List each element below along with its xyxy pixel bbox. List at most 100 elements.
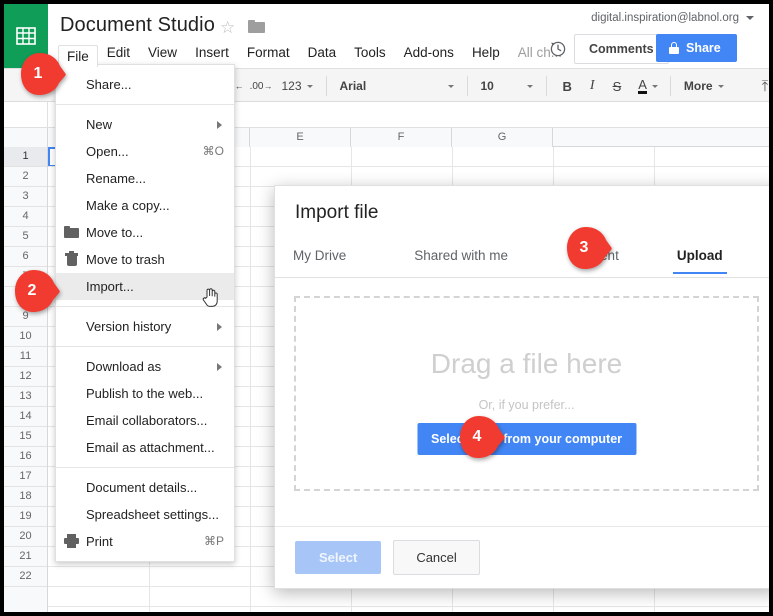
file-menu-item-email-as-attachment[interactable]: Email as attachment...: [56, 434, 234, 461]
menu-item-data[interactable]: Data: [299, 42, 346, 63]
row-header-4[interactable]: 4: [4, 207, 47, 227]
file-menu-item-new[interactable]: New: [56, 111, 234, 138]
file-menu-item-spreadsheet-settings[interactable]: Spreadsheet settings...: [56, 501, 234, 528]
row-headers: 12345678910111213141516171819202122: [4, 147, 48, 612]
row-header-1[interactable]: 1: [4, 147, 47, 167]
cancel-button[interactable]: Cancel: [393, 540, 480, 575]
file-menu-item-move-to-trash[interactable]: Move to trash: [56, 246, 234, 273]
submenu-arrow-icon: [217, 363, 222, 371]
dialog-footer: Select Cancel: [275, 526, 769, 588]
account-email[interactable]: digital.inspiration@labnol.org: [591, 12, 739, 24]
row-header-5[interactable]: 5: [4, 227, 47, 247]
file-dropdown-menu[interactable]: Share... New Open... ⌘O Rename... Make a copy…: [55, 64, 235, 562]
row-header-18[interactable]: 18: [4, 487, 47, 507]
menu-item-tools[interactable]: Tools: [345, 42, 395, 63]
font-size-select[interactable]: 10: [475, 74, 539, 98]
menu-item-insert[interactable]: Insert: [186, 42, 238, 63]
file-menu-item-shortcut: ⌘P: [203, 534, 224, 548]
dropzone-subtitle: Or, if you prefer...: [478, 398, 575, 412]
callout-number-4: 4: [472, 428, 482, 445]
comments-button[interactable]: Comments: [574, 34, 669, 64]
chevron-down-icon: [306, 84, 313, 88]
row-header-19[interactable]: 19: [4, 507, 47, 527]
revision-history-icon[interactable]: [549, 40, 567, 58]
select-file-button[interactable]: Select a file from your computer: [416, 423, 637, 455]
row-header-10[interactable]: 10: [4, 327, 47, 347]
file-menu-item-publish-to-the-web[interactable]: Publish to the web...: [56, 380, 234, 407]
menu-item-help[interactable]: Help: [463, 42, 509, 63]
menu-item-format[interactable]: Format: [238, 42, 299, 63]
column-header-f[interactable]: F: [351, 128, 452, 147]
star-outline-icon[interactable]: ☆: [220, 19, 235, 36]
file-menu-item-label: Rename...: [86, 171, 146, 186]
row-header-13[interactable]: 13: [4, 387, 47, 407]
file-menu-item-label: Email collaborators...: [86, 413, 208, 428]
callout-number-3: 3: [579, 239, 589, 256]
select-all-corner[interactable]: [4, 128, 48, 147]
row-header-15[interactable]: 15: [4, 427, 47, 447]
chevron-double-up-icon[interactable]: ⤒: [756, 74, 769, 98]
chevron-down-icon[interactable]: [746, 16, 754, 20]
tab-my-drive[interactable]: My Drive: [293, 242, 360, 274]
name-box[interactable]: [4, 102, 48, 127]
menu-item-edit[interactable]: Edit: [98, 42, 139, 63]
row-header-17[interactable]: 17: [4, 467, 47, 487]
select-button[interactable]: Select: [295, 541, 382, 574]
file-menu-item-share[interactable]: Share...: [56, 71, 234, 98]
document-title[interactable]: Document Studio: [60, 14, 215, 37]
strikethrough-button[interactable]: S: [604, 74, 631, 98]
row-header-11[interactable]: 11: [4, 347, 47, 367]
row-header-6[interactable]: 6: [4, 247, 47, 267]
increase-decimal-button[interactable]: .00 →: [247, 74, 276, 98]
text-color-button[interactable]: A: [630, 74, 663, 98]
file-menu-divider: [56, 104, 234, 105]
folder-icon[interactable]: [248, 20, 265, 33]
file-menu-item-label: Make a copy...: [86, 198, 170, 213]
column-header-g[interactable]: G: [452, 128, 553, 147]
toolbar-divider: [325, 76, 327, 96]
file-menu-item-label: Document details...: [86, 480, 198, 495]
row-header-20[interactable]: 20: [4, 527, 47, 547]
font-family-select[interactable]: Arial: [334, 74, 460, 98]
file-menu-item-print[interactable]: Print ⌘P: [56, 528, 234, 555]
file-menu-item-email-collaborators[interactable]: Email collaborators...: [56, 407, 234, 434]
row-header-3[interactable]: 3: [4, 187, 47, 207]
file-menu-item-document-details[interactable]: Document details...: [56, 474, 234, 501]
bold-button[interactable]: B: [554, 74, 581, 98]
file-menu-item-download-as[interactable]: Download as: [56, 353, 234, 380]
callout-marker-2: 2: [14, 269, 60, 313]
italic-button[interactable]: I: [581, 74, 604, 98]
file-dropzone[interactable]: Drag a file here Or, if you prefer... Se…: [294, 296, 759, 491]
file-menu-item-label: Move to...: [86, 225, 144, 240]
share-button[interactable]: Share: [656, 34, 737, 62]
callout-number-2: 2: [27, 282, 37, 299]
dialog-title: Import file: [295, 202, 379, 223]
menu-item-view[interactable]: View: [139, 42, 186, 63]
file-menu-item-rename[interactable]: Rename...: [56, 165, 234, 192]
file-menu-item-label: Open...: [86, 144, 129, 159]
file-menu-item-version-history[interactable]: Version history: [56, 313, 234, 340]
file-menu-item-open[interactable]: Open... ⌘O: [56, 138, 234, 165]
number-format-button[interactable]: 123: [275, 74, 318, 98]
row-header-2[interactable]: 2: [4, 167, 47, 187]
tab-upload[interactable]: Upload: [663, 242, 737, 274]
row-header-22[interactable]: 22: [4, 567, 47, 587]
callout-marker-1: 1: [20, 52, 66, 96]
grid-column-line: [250, 147, 251, 612]
tab-shared-with-me[interactable]: Shared with me: [400, 242, 522, 274]
import-file-dialog: Import file My Drive Shared with me Rece…: [274, 185, 769, 589]
row-header-21[interactable]: 21: [4, 547, 47, 567]
toolbar-divider: [466, 76, 468, 96]
text-color-label: A: [638, 76, 647, 94]
row-header-16[interactable]: 16: [4, 447, 47, 467]
file-menu-item-shortcut: ⌘O: [202, 144, 224, 158]
chevron-down-icon: [651, 84, 658, 88]
menu-item-add-ons[interactable]: Add-ons: [395, 42, 463, 63]
column-header-e[interactable]: E: [250, 128, 351, 147]
row-header-12[interactable]: 12: [4, 367, 47, 387]
file-menu-item-make-a-copy[interactable]: Make a copy...: [56, 192, 234, 219]
more-formatting-button[interactable]: More: [678, 74, 730, 98]
row-header-14[interactable]: 14: [4, 407, 47, 427]
submenu-arrow-icon: [217, 323, 222, 331]
file-menu-item-move-to[interactable]: Move to...: [56, 219, 234, 246]
